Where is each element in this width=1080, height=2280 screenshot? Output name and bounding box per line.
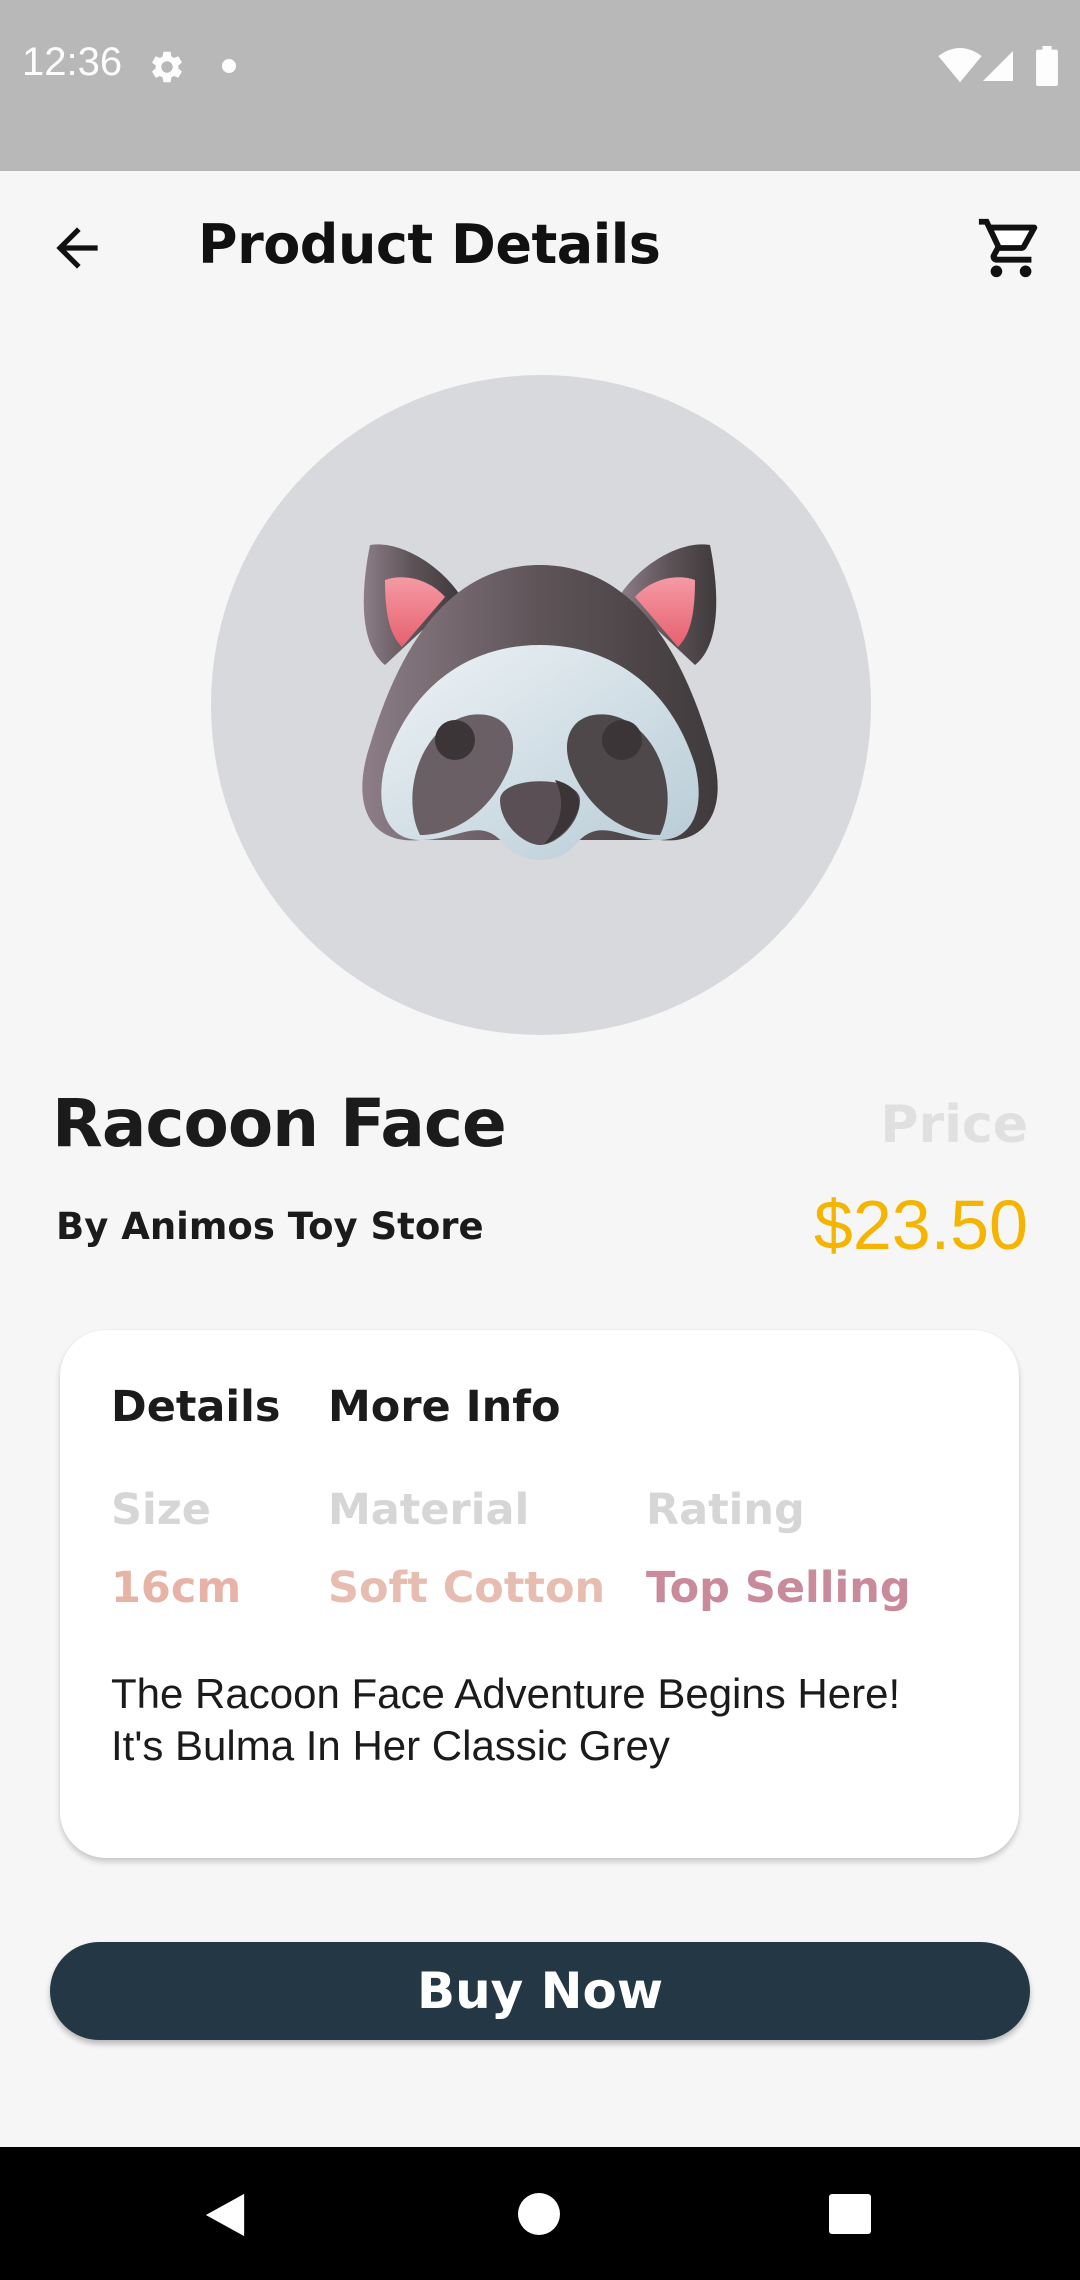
price-label: Price	[880, 1095, 1028, 1155]
page-title: Product Details	[198, 213, 661, 276]
wifi-icon	[938, 48, 982, 83]
notification-dot-icon	[222, 59, 236, 73]
product-name: Racoon Face	[52, 1085, 507, 1162]
details-card: Details More Info Size Material Rating 1…	[60, 1330, 1019, 1858]
product-description: The Racoon Face Adventure Begins Here! I…	[111, 1668, 971, 1772]
material-label: Material	[328, 1485, 530, 1535]
gear-icon	[152, 51, 182, 83]
nav-back-icon[interactable]	[202, 2191, 248, 2239]
shopping-cart-icon[interactable]	[976, 213, 1046, 283]
status-time: 12:36	[22, 40, 123, 84]
arrow-back-icon[interactable]	[46, 217, 108, 279]
material-value: Soft Cotton	[328, 1563, 606, 1613]
description-line: It's Bulma In Her Classic Grey	[111, 1722, 670, 1769]
battery-icon	[1036, 46, 1058, 86]
buy-now-button[interactable]: Buy Now	[50, 1942, 1030, 2040]
tab-more-info[interactable]: More Info	[328, 1382, 561, 1432]
raccoon-face-icon	[362, 544, 718, 860]
rating-value: Top Selling	[646, 1563, 911, 1613]
app-bar: Product Details	[0, 171, 1080, 326]
nav-home-icon[interactable]	[518, 2193, 560, 2235]
size-value: 16cm	[111, 1563, 242, 1613]
nav-recents-icon[interactable]	[829, 2194, 871, 2234]
status-bar: 12:36	[0, 0, 1080, 171]
price-value: $23.50	[813, 1186, 1028, 1264]
description-line: The Racoon Face Adventure Begins Here!	[111, 1670, 901, 1717]
signal-icon	[983, 51, 1013, 81]
size-label: Size	[111, 1485, 211, 1535]
store-name: By Animos Toy Store	[56, 1205, 484, 1248]
tab-details[interactable]: Details	[111, 1382, 281, 1432]
system-nav-bar	[0, 2147, 1080, 2280]
rating-label: Rating	[646, 1485, 805, 1535]
